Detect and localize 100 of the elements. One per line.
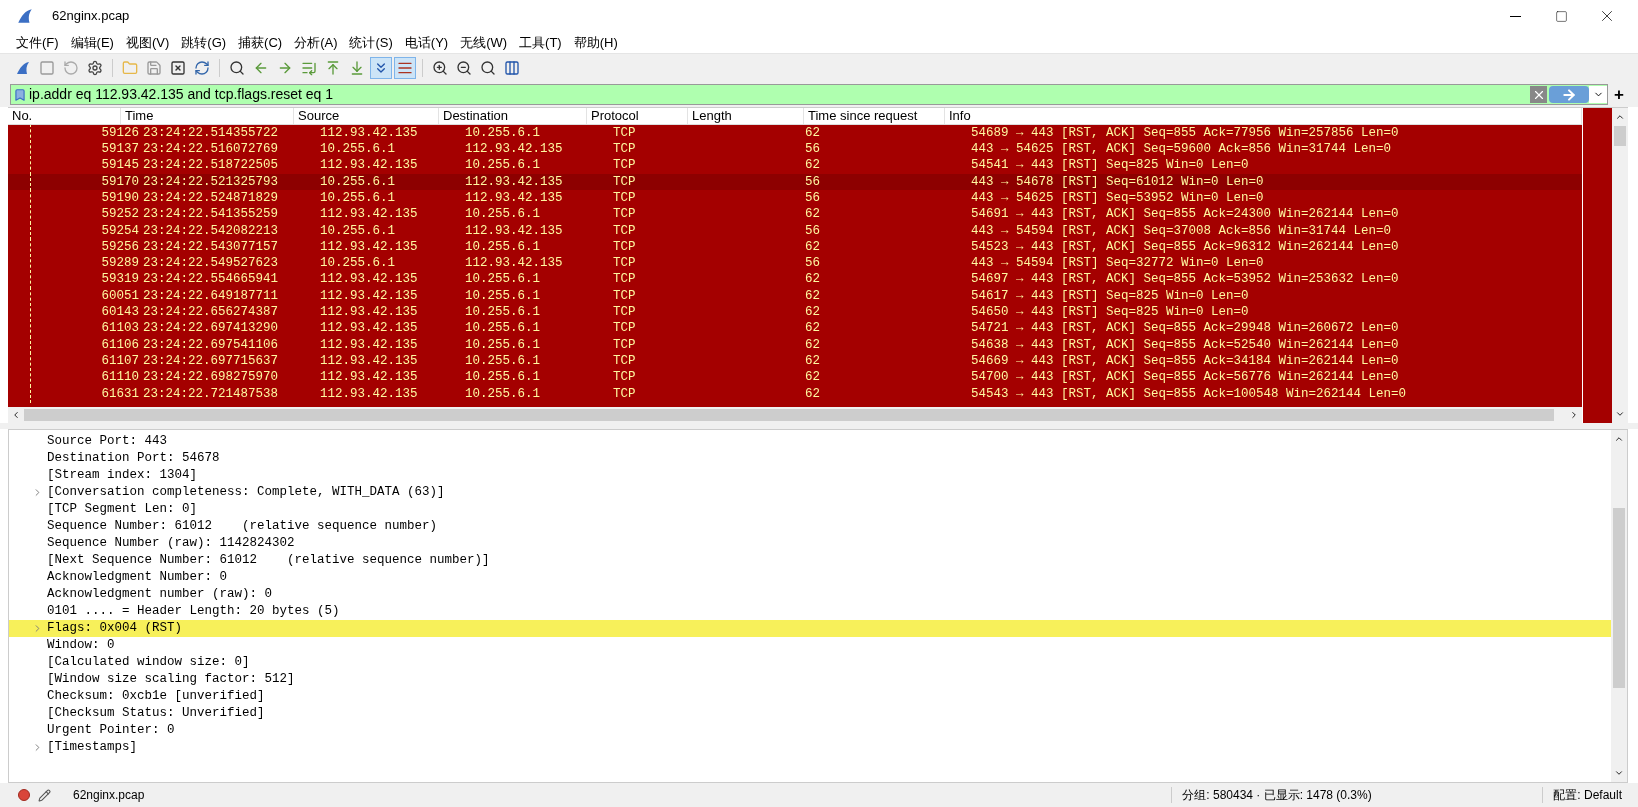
detail-row[interactable]: Acknowledgment number (raw): 0 <box>9 586 1611 603</box>
detail-row[interactable]: Sequence Number: 61012 (relative sequence number) <box>9 518 1611 535</box>
column-header[interactable]: No. <box>8 108 121 124</box>
column-header[interactable]: Source <box>294 108 439 124</box>
detail-row[interactable]: [Timestamps] <box>9 739 1611 756</box>
scroll-left-icon[interactable] <box>11 410 21 420</box>
detail-row[interactable]: 0101 .... = Header Length: 20 bytes (5) <box>9 603 1611 620</box>
detail-row[interactable]: [Checksum Status: Unverified] <box>9 705 1611 722</box>
scroll-up-icon[interactable] <box>1615 112 1625 122</box>
menu-item[interactable]: 工具(T) <box>513 32 568 53</box>
table-cell: 112.93.42.135 <box>320 321 418 336</box>
detail-row[interactable]: Urgent Pointer: 0 <box>9 722 1611 739</box>
table-cell: 23:24:22.698275970 <box>143 370 279 385</box>
table-cell-text: 59126 <box>101 125 139 142</box>
autoscroll-button[interactable] <box>370 57 392 79</box>
status-profile: 配置: Default <box>1553 787 1622 804</box>
table-cell-text: 61103 <box>101 320 139 338</box>
menu-item[interactable]: 统计(S) <box>343 32 399 53</box>
table-cell: 112.93.42.135 <box>465 190 563 205</box>
detail-row[interactable]: [Window size scaling factor: 512] <box>9 671 1611 688</box>
menu-item[interactable]: 帮助(H) <box>567 32 624 53</box>
arrow-right-icon <box>1561 86 1577 103</box>
list-arrow-icon <box>301 60 317 76</box>
detail-row[interactable]: Flags: 0x004 (RST) <box>9 620 1611 637</box>
detail-row[interactable]: Checksum: 0xcb1e [unverified] <box>9 688 1611 705</box>
table-cell: 23:24:22.554665941 <box>143 272 279 287</box>
detail-row[interactable]: Acknowledgment Number: 0 <box>9 569 1611 586</box>
detail-row[interactable]: Window: 0 <box>9 637 1611 654</box>
display-filter-field[interactable]: ip.addr eq 112.93.42.135 and tcp.flags.reset eq 1 <box>10 84 1608 105</box>
column-header[interactable]: Time <box>121 108 294 124</box>
menu-item[interactable]: 文件(F) <box>10 32 65 53</box>
apply-filter-button[interactable] <box>1549 86 1589 103</box>
edit-comment-icon[interactable] <box>38 788 51 802</box>
table-cell-text: 60051 <box>101 287 139 305</box>
detail-row[interactable]: [Calculated window size: 0] <box>9 654 1611 671</box>
table-cell-text: 62 <box>805 385 820 403</box>
filter-dropdown-button[interactable] <box>1589 86 1607 103</box>
table-cell-text: 56 <box>805 189 820 207</box>
menu-item[interactable]: 编辑(E) <box>64 32 120 53</box>
table-cell: 54523 → 443 [RST, ACK] Seq=855 Ack=96312 Win=262144 Len=0 <box>971 239 1399 254</box>
table-cell: 112.93.42.135 <box>465 256 563 271</box>
table-cell: 54697 → 443 [RST, ACK] Seq=855 Ack=53952 Win=253632 Len=0 <box>971 272 1399 287</box>
table-cell: 10.255.6.1 <box>465 337 540 352</box>
table-cell: TCP <box>613 125 636 140</box>
table-cell: 10.255.6.1 <box>465 353 540 368</box>
table-cell: 54617 → 443 [RST] Seq=825 Win=0 Len=0 <box>971 288 1249 303</box>
scrollbar-thumb[interactable] <box>1613 508 1625 688</box>
detail-row[interactable]: [Conversation completeness: Complete, WITH_DATA (63)] <box>9 484 1611 501</box>
table-cell: TCP <box>613 190 636 205</box>
menu-item[interactable]: 视图(V) <box>119 32 176 53</box>
menu-item[interactable]: 捕获(C) <box>232 32 289 53</box>
table-cell: 10.255.6.1 <box>320 256 395 271</box>
minimize-icon <box>1509 15 1521 17</box>
arrow-left-icon <box>253 60 269 76</box>
scroll-down-icon[interactable] <box>1615 409 1625 419</box>
column-header[interactable]: Length <box>688 108 804 124</box>
table-cell: TCP <box>613 223 636 238</box>
table-cell: 10.255.6.1 <box>465 288 540 303</box>
scroll-down-icon[interactable] <box>1614 768 1624 778</box>
table-cell: 112.93.42.135 <box>320 386 418 401</box>
detail-row[interactable]: Source Port: 443 <box>9 433 1611 450</box>
table-cell: 443 → 54678 [RST] Seq=61012 Win=0 Len=0 <box>971 174 1264 189</box>
table-cell-text: 62 <box>805 336 820 354</box>
clear-filter-button[interactable] <box>1530 86 1547 103</box>
table-cell-text: 59289 <box>101 255 139 273</box>
column-header[interactable]: Time since request <box>804 108 945 124</box>
menu-item[interactable]: 分析(A) <box>288 32 344 53</box>
column-header[interactable]: Protocol <box>587 108 688 124</box>
table-cell: 23:24:22.721487538 <box>143 386 279 401</box>
maximize-icon <box>1554 9 1568 23</box>
table-cell-text: 62 <box>805 271 820 289</box>
reload-icon <box>194 60 210 76</box>
table-cell-text: 61631 <box>101 385 139 403</box>
scroll-right-icon[interactable] <box>1569 410 1579 420</box>
scrollbar-thumb[interactable] <box>1614 126 1626 146</box>
scroll-up-icon[interactable] <box>1614 434 1624 444</box>
scrollbar-thumb[interactable] <box>24 409 1554 421</box>
table-cell-text: 62 <box>805 369 820 387</box>
table-cell: 54721 → 443 [RST, ACK] Seq=855 Ack=29948 Win=260672 Len=0 <box>971 321 1399 336</box>
detail-row[interactable]: Sequence Number (raw): 1142824302 <box>9 535 1611 552</box>
detail-row[interactable]: Destination Port: 54678 <box>9 450 1611 467</box>
horizontal-scrollbar[interactable] <box>8 407 1582 423</box>
table-cell: 23:24:22.656274387 <box>143 305 279 320</box>
table-cell: 54669 → 443 [RST, ACK] Seq=855 Ack=34184 Win=262144 Len=0 <box>971 353 1399 368</box>
detail-row[interactable]: [Next Sequence Number: 61012 (relative sequence number)] <box>9 552 1611 569</box>
table-cell-text: 56 <box>805 255 820 273</box>
colorize-button[interactable] <box>394 57 416 79</box>
menu-item[interactable]: 无线(W) <box>454 32 514 53</box>
table-cell-text: 62 <box>805 304 820 322</box>
detail-row[interactable]: [TCP Segment Len: 0] <box>9 501 1611 518</box>
table-cell-text: 62 <box>805 206 820 224</box>
column-header[interactable]: Destination <box>439 108 587 124</box>
vertical-scrollbar[interactable] <box>1611 430 1627 782</box>
vertical-scrollbar[interactable] <box>1612 108 1628 423</box>
arrow-down-to-line-icon <box>349 60 365 76</box>
menu-item[interactable]: 电话(Y) <box>398 32 455 53</box>
table-cell-text: 59190 <box>101 189 139 207</box>
add-filter-button[interactable]: + <box>1608 86 1630 103</box>
detail-row[interactable]: [Stream index: 1304] <box>9 467 1611 484</box>
menu-item[interactable]: 跳转(G) <box>175 32 233 53</box>
